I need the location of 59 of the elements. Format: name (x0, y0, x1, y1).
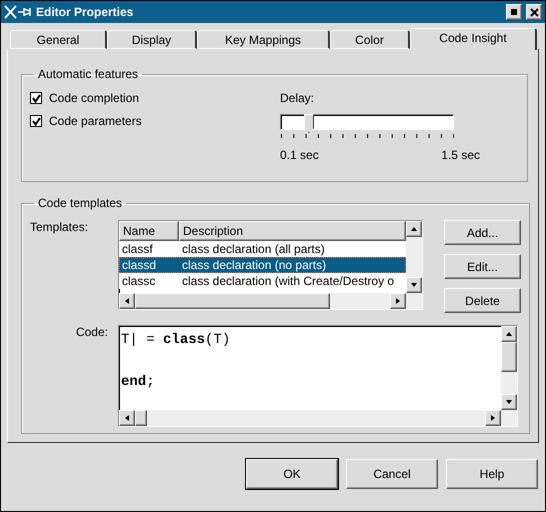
template-button[interactable]: Add... (444, 220, 521, 245)
scrollbar-thumb[interactable] (501, 342, 517, 372)
code-line: end; (121, 373, 156, 392)
scrollbar-corner (406, 293, 422, 309)
checkbox-label: Code parameters (49, 114, 142, 128)
horizontal-scrollbar[interactable] (119, 293, 406, 309)
delay-label: Delay: (280, 91, 314, 105)
group-title: Code templates (37, 196, 124, 210)
scroll-left-button[interactable] (119, 293, 135, 309)
checkbox[interactable] (30, 115, 42, 127)
tab[interactable]: Display (107, 30, 197, 49)
tab[interactable]: Key Mappings (197, 30, 330, 49)
tab[interactable]: Color (330, 30, 410, 49)
table-cell-text: class declaration (all parts) (181, 242, 326, 256)
vertical-scrollbar[interactable] (406, 221, 422, 293)
group-title: Automatic features (37, 67, 140, 81)
table-cell-text: class declaration (with Create/Destroy o (181, 274, 396, 288)
scroll-right-button[interactable] (390, 293, 406, 309)
scroll-left-button[interactable] (119, 410, 135, 426)
scroll-right-button[interactable] (485, 410, 501, 426)
tab[interactable]: Code Insight (410, 28, 537, 50)
column-header[interactable]: Name (119, 221, 179, 241)
scrollbar-thumb[interactable] (135, 410, 147, 426)
checkbox[interactable] (30, 92, 42, 104)
dialog-button[interactable]: OK (246, 459, 338, 489)
horizontal-scrollbar[interactable] (119, 410, 501, 426)
scrollbar-corner (501, 410, 517, 426)
scroll-down-button[interactable] (406, 277, 422, 293)
min-label: 0.1 sec (280, 148, 319, 162)
code-line: T| = class(T) (121, 331, 232, 350)
code-label: Code: (74, 325, 109, 341)
close-icon (530, 8, 538, 16)
window-menu-icon[interactable] (4, 5, 32, 19)
window-title: Editor Properties (36, 5, 134, 19)
template-button[interactable]: Edit... (444, 254, 521, 279)
square-icon (511, 9, 517, 15)
dialog-button[interactable]: Help (446, 459, 538, 489)
template-row[interactable]: classd class declaration (no parts) (119, 257, 406, 273)
tab[interactable]: General (10, 30, 107, 49)
table-cell-text: class declaration (no parts) (181, 258, 328, 272)
templates-label: Templates: (30, 220, 90, 236)
max-label: 1.5 sec (441, 148, 480, 162)
scroll-down-button[interactable] (501, 394, 517, 410)
scroll-up-button[interactable] (406, 221, 422, 237)
slider-thumb[interactable] (304, 114, 314, 133)
vertical-scrollbar[interactable] (501, 326, 517, 410)
template-button[interactable]: Delete (444, 288, 521, 313)
table-cell-text: classf (121, 242, 154, 256)
maximize-button[interactable] (506, 4, 522, 20)
scrollbar-thumb[interactable] (135, 293, 330, 309)
delay-slider[interactable] (280, 114, 454, 130)
column-header[interactable]: Description (179, 221, 406, 241)
table-cell-text: classc (121, 274, 156, 288)
dialog-button[interactable]: Cancel (346, 459, 438, 489)
checkbox-label: Code completion (49, 91, 140, 105)
code-editor[interactable]: T| = class(T) end; (118, 325, 518, 427)
table-cell-text: classd (121, 258, 158, 272)
scroll-up-button[interactable] (501, 326, 517, 342)
close-button[interactable] (526, 4, 542, 20)
